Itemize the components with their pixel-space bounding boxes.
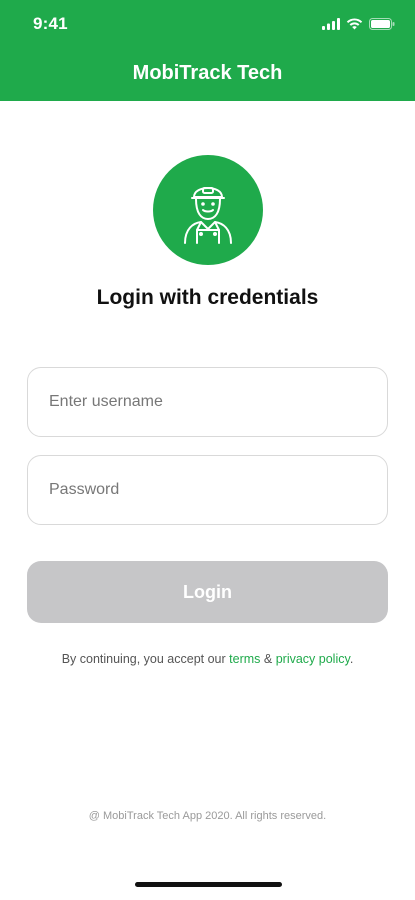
status-time: 9:41 [33,14,68,33]
password-input[interactable] [28,456,387,524]
copyright-text: @ MobiTrack Tech App 2020. All rights re… [88,810,327,822]
legal-suffix: . [349,652,354,666]
privacy-policy-link[interactable]: privacy policy [276,652,350,666]
password-field[interactable] [27,455,388,525]
home-indicator[interactable] [135,882,282,887]
login-button[interactable]: Login [27,561,388,623]
legal-notice: By continuing, you accept our terms & pr… [0,652,415,666]
page-title: Login with credentials [96,286,319,309]
battery-icon [369,18,395,30]
signal-icon [322,18,340,30]
avatar [153,155,263,265]
status-icons [322,17,395,31]
technician-icon [184,187,232,244]
username-field[interactable] [27,367,388,437]
legal-joiner: & [260,652,276,666]
app-title: MobiTrack Tech [132,62,283,84]
username-input[interactable] [28,368,387,436]
terms-link[interactable]: terms [229,652,260,666]
app-header: 9:41 MobiTrack Tech [0,0,415,101]
legal-prefix: By continuing, you accept our [61,652,230,666]
wifi-icon [346,18,363,30]
